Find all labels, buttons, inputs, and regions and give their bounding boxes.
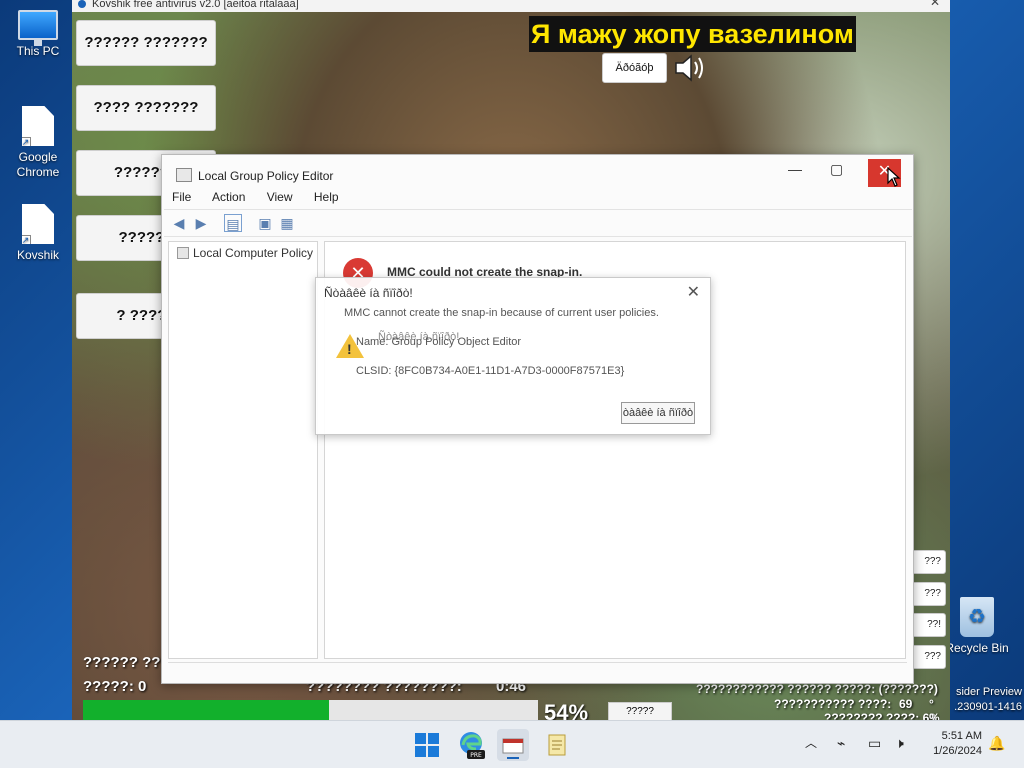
kovshik-title: Kovshik free antivirus v2.0 [aeitoa rita… xyxy=(92,0,299,10)
banner-text: Я мажу жопу вазелином xyxy=(529,16,856,52)
kovshik-button-1[interactable]: ?????? ??????? xyxy=(76,20,216,66)
play-button[interactable]: Äðóãóþ xyxy=(602,53,667,83)
info-line-2-unit: ° xyxy=(929,697,934,711)
menu-view[interactable]: View xyxy=(267,190,293,204)
kovshik-button-2[interactable]: ???? ??????? xyxy=(76,85,216,131)
progress-bar xyxy=(83,700,538,720)
gpedit-toolbar: ◀ ▶ ▤ ▣ ▦ xyxy=(164,209,912,237)
dialog-message: MMC cannot create the snap-in because of… xyxy=(344,307,659,319)
watermark-line-2: .230901-1416 xyxy=(954,701,1022,713)
watermark-line-1: sider Preview xyxy=(955,686,1022,698)
edge-preview-icon[interactable]: PRE xyxy=(455,729,487,761)
gpedit-statusbar xyxy=(168,662,907,680)
clock-time: 5:51 AM xyxy=(941,730,982,742)
gpedit-taskbar-icon[interactable] xyxy=(497,729,529,761)
recycle-bin-icon: ♻ xyxy=(960,597,994,637)
edge-badge-text: PRE xyxy=(470,752,482,759)
chevron-up-icon[interactable]: ︿ xyxy=(805,734,817,751)
status-label-2: ?????: 0 xyxy=(83,678,147,695)
kovshik-shortcut-icon: ↗ xyxy=(22,204,54,244)
menu-file[interactable]: File xyxy=(172,190,191,204)
show-tree-icon[interactable]: ▤ xyxy=(224,214,242,232)
gpedit-title: Local Group Policy Editor xyxy=(198,169,334,183)
policy-icon xyxy=(177,247,189,259)
info-line-3-unit: % xyxy=(929,711,940,720)
mouse-cursor-icon xyxy=(887,166,901,192)
close-icon[interactable]: ✕ xyxy=(930,0,940,8)
small-button[interactable]: ????? xyxy=(608,702,672,720)
display-icon[interactable]: ▭ xyxy=(868,735,881,752)
windows-start-icon[interactable] xyxy=(411,729,443,761)
info-line-3: ???????? ????: 69 xyxy=(824,711,936,720)
menu-help[interactable]: Help xyxy=(314,190,339,204)
desktop-icon-recycle-bin[interactable]: ♻ Recycle Bin xyxy=(942,597,1012,656)
gpedit-titlebar[interactable]: Local Group Policy Editor — ▢ ✕ xyxy=(162,155,913,193)
kovshik-titlebar[interactable]: Kovshik free antivirus v2.0 [aeitoa rita… xyxy=(72,0,950,12)
tree-item-label: Local Computer Policy xyxy=(193,246,314,260)
tree-item-local-computer-policy[interactable]: Local Computer Policy xyxy=(177,246,313,260)
maximize-icon[interactable]: ▢ xyxy=(830,161,843,178)
desktop-icon-google-chrome[interactable]: ↗ Google Chrome xyxy=(6,106,70,180)
menu-action[interactable]: Action xyxy=(212,190,245,204)
windows-watermark: sider Preview .230901-1416 xyxy=(946,685,1022,715)
help-icon[interactable]: ▦ xyxy=(278,214,296,232)
minimize-icon[interactable]: — xyxy=(788,161,802,177)
dialog-snapin-name: Name: Group Policy Object Editor xyxy=(356,336,522,348)
desktop-icon-kovshik[interactable]: ↗ Kovshik xyxy=(6,204,70,263)
dialog-ok-button[interactable]: òàâêè íà ñïîðò xyxy=(621,402,695,424)
info-line-2-label: ??????????? ????: xyxy=(774,697,892,711)
gpedit-tree-pane: Local Computer Policy xyxy=(168,241,318,659)
desktop-icon-label: Recycle Bin xyxy=(945,641,1009,655)
desktop-icon-label: Google Chrome xyxy=(16,150,60,179)
chrome-shortcut-icon: ↗ xyxy=(22,106,54,146)
notification-bell-icon[interactable]: 🔔 xyxy=(988,735,1005,752)
forward-arrow-icon[interactable]: ▶ xyxy=(192,214,210,232)
properties-icon[interactable]: ▣ xyxy=(256,214,274,232)
gpedit-menubar: File Action View Help xyxy=(172,190,357,204)
dialog-clsid: CLSID: {8FC0B734-A0E1-11D1-A7D3-0000F875… xyxy=(356,365,625,377)
network-disconnected-icon[interactable]: ⌁ xyxy=(837,735,845,752)
close-icon[interactable]: ✕ xyxy=(687,282,700,302)
notepad-icon[interactable] xyxy=(541,729,573,761)
computer-icon xyxy=(18,10,58,46)
gpedit-app-icon xyxy=(176,168,192,182)
progress-percent: 54% xyxy=(544,700,589,720)
info-line-2-value: 69 xyxy=(899,697,913,711)
volume-muted-icon[interactable]: 🕨 xyxy=(895,735,904,752)
clock-date: 1/26/2024 xyxy=(933,745,982,757)
status-label-1: ?????? ?? xyxy=(83,654,161,671)
info-line-1: ???????????? ?????? ?????: (???????) xyxy=(696,682,938,696)
back-arrow-icon[interactable]: ◀ xyxy=(170,214,188,232)
error-dialog: Ñòàâêè íà ñïîðò! ✕ MMC cannot create the… xyxy=(315,277,711,435)
dialog-title: Ñòàâêè íà ñïîðò! xyxy=(324,286,413,300)
kovshik-app-icon xyxy=(78,0,86,8)
speaker-icon[interactable] xyxy=(672,52,706,89)
desktop-icon-label: Kovshik xyxy=(16,248,60,262)
desktop-icon-this-pc[interactable]: This PC xyxy=(6,10,70,59)
desktop-icon-label: This PC xyxy=(16,44,60,58)
progress-fill xyxy=(83,700,329,720)
clock[interactable]: 5:51 AM 1/26/2024 xyxy=(920,729,982,759)
